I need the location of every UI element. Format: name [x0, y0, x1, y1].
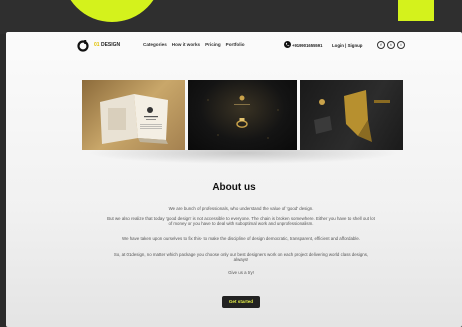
about-paragraph-5: Give us a try! — [228, 270, 254, 275]
facebook-icon[interactable]: f — [377, 41, 385, 49]
logo-text[interactable]: 01 DESIGN — [94, 42, 120, 48]
twitter-icon[interactable]: t — [387, 41, 395, 49]
nav-item-pricing[interactable]: Pricing — [205, 42, 221, 47]
about-paragraph-2: But we also realize that today 'good des… — [107, 216, 375, 227]
nav-item-how-it-works[interactable]: How it works — [172, 42, 200, 47]
logo-icon[interactable] — [77, 40, 89, 52]
book-mockup-image[interactable] — [82, 80, 185, 150]
portfolio-gallery — [82, 80, 404, 150]
navbar: 01 DESIGN Categories How it works Pricin… — [6, 32, 462, 60]
about-title: About us — [212, 182, 256, 193]
about-paragraph-4: So, at 01design, no matter which package… — [113, 252, 369, 263]
gallery-shadow — [86, 150, 400, 164]
gold-card-image[interactable] — [300, 80, 403, 150]
logo-accent: 01 — [94, 42, 100, 48]
about-paragraph-1: We are bunch of professionals, who under… — [168, 206, 314, 211]
nav-item-portfolio[interactable]: Portfolio — [226, 42, 245, 47]
get-started-button[interactable]: Get started — [222, 296, 260, 308]
instagram-icon[interactable]: i — [397, 41, 405, 49]
social-links: f t i — [377, 41, 405, 49]
about-paragraph-3: We have taken upon ourselves to fix this… — [122, 236, 360, 241]
phone-icon — [284, 41, 291, 48]
phone-number[interactable]: +919901655591 — [292, 43, 322, 48]
nav-item-categories[interactable]: Categories — [143, 42, 167, 47]
nav-menu: Categories How it works Pricing Portfoli… — [143, 42, 245, 47]
page-header-background — [0, 0, 462, 34]
login-signup-link[interactable]: Login | Signup — [332, 43, 363, 48]
main-card: 01 DESIGN Categories How it works Pricin… — [6, 32, 462, 327]
decorative-square — [398, 0, 434, 21]
logo-name: DESIGN — [100, 42, 121, 48]
ring-product-image[interactable] — [188, 80, 297, 150]
